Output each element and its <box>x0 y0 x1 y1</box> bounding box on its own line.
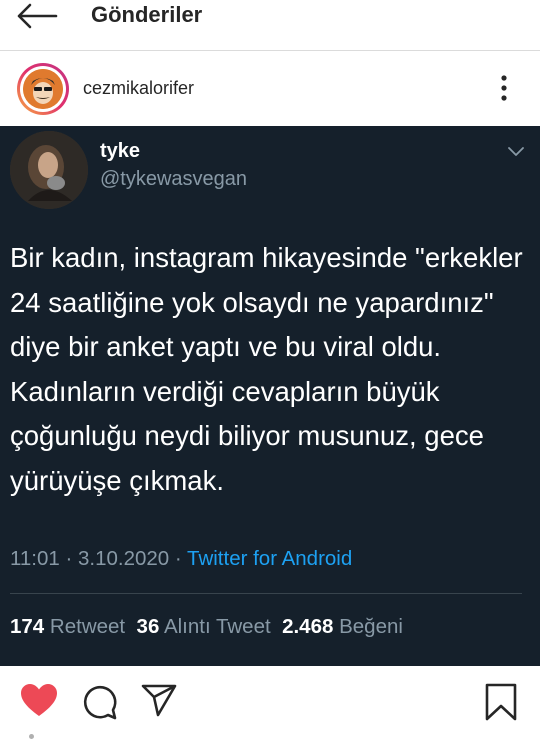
quote-label: Alıntı Tweet <box>163 615 271 638</box>
post-username[interactable]: cezmikalorifer <box>83 78 194 98</box>
like-label: Beğeni <box>339 615 403 638</box>
divider <box>10 593 522 594</box>
bookmark-icon[interactable] <box>484 682 518 722</box>
tweet-timestamp: 11:01 · 3.10.2020 · <box>10 547 188 570</box>
send-icon[interactable] <box>140 683 178 719</box>
retweet-count: 174 <box>10 615 45 638</box>
post-action-bar <box>0 666 540 739</box>
tweet-source: Twitter for Android <box>187 547 353 570</box>
tweet-author-handle: @tykewasvegan <box>100 168 248 190</box>
tweet-avatar <box>10 131 88 209</box>
chevron-down-icon <box>508 147 524 156</box>
tweet-author-name: tyke <box>100 140 141 162</box>
tweet-text: Bir kadın, instagram hikayesinde "erkekl… <box>10 242 523 496</box>
post-header: cezmikalorifer <box>0 51 540 126</box>
comment-icon[interactable] <box>81 683 119 721</box>
quote-count: 36 <box>136 615 160 638</box>
carousel-dot <box>29 734 34 739</box>
page-title: Gönderiler <box>91 2 203 27</box>
tweet-meta: 11:01 · 3.10.2020 · Twitter for Android <box>10 546 352 572</box>
heart-icon[interactable] <box>19 682 59 720</box>
tweet-card: tyke @tykewasvegan Bir kadın, instagram … <box>0 126 540 666</box>
retweet-label: Retweet <box>49 615 126 638</box>
like-count: 2.468 <box>282 615 334 638</box>
top-bar: Gönderiler <box>0 0 540 51</box>
avatar-image <box>23 69 63 109</box>
more-vertical-icon[interactable] <box>494 73 514 103</box>
avatar[interactable] <box>17 63 69 115</box>
tweet-stats: 174 Retweet 36 Alıntı Tweet 2.468 Beğeni <box>10 614 403 640</box>
arrow-left-icon[interactable] <box>14 2 58 32</box>
